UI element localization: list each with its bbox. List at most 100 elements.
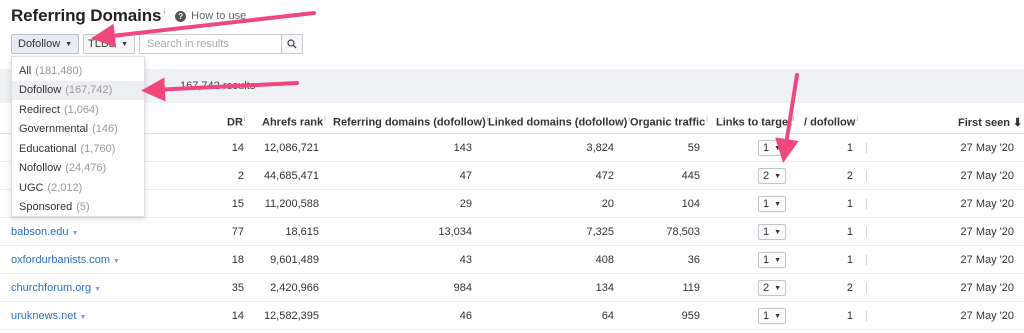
caret-down-icon: ▼ [774, 312, 781, 320]
linked-domains-value: 64 [601, 310, 614, 322]
caret-down-icon: ▼ [774, 228, 781, 236]
search-button[interactable] [281, 34, 303, 54]
dofollow-bar [866, 227, 867, 237]
menu-item-count: (24,476) [65, 162, 107, 175]
links-to-target-dropdown[interactable]: 1 ▼ [758, 224, 786, 240]
menu-item-ugc[interactable]: UGC (2,012) [12, 178, 144, 198]
menu-item-label: UGC [19, 181, 44, 194]
caret-down-icon: ▼ [121, 40, 128, 48]
organic-traffic-value: 104 [681, 198, 700, 210]
tld-label: TLDs [88, 38, 115, 50]
column-header-linked-domains[interactable]: Linked domains (dofollow)i [488, 116, 630, 129]
linked-domains-value: 134 [595, 282, 614, 294]
menu-item-sponsored[interactable]: Sponsored (5) [12, 198, 144, 218]
dofollow-bar [866, 283, 867, 293]
menu-item-count: (146) [92, 123, 118, 136]
help-icon: ? [175, 10, 187, 22]
menu-item-redirect[interactable]: Redirect (1,064) [12, 100, 144, 120]
column-header-referring-domains[interactable]: Referring domains (dofollow)i [333, 116, 488, 129]
menu-item-dofollow[interactable]: Dofollow (167,742) [12, 80, 144, 100]
menu-item-governmental[interactable]: Governmental (146) [12, 120, 144, 140]
caret-down-icon[interactable]: ▼ [79, 314, 86, 321]
column-header-dofollow[interactable]: / dofollowi [804, 116, 858, 129]
first-seen-value: 27 May '20 [960, 282, 1014, 294]
links-to-target-value: 1 [763, 226, 770, 238]
page-title: Referring Domains [11, 6, 162, 25]
filter-bar: Dofollow ▼ TLDs ▼ [11, 34, 303, 54]
caret-down-icon: ▼ [774, 172, 781, 180]
dofollow-bar [866, 171, 867, 181]
domain-cell[interactable]: babson.edu ▼ [11, 226, 78, 238]
ahrefs-rank-value: 12,086,721 [263, 142, 319, 154]
links-to-target-dropdown[interactable]: 2 ▼ [758, 168, 786, 184]
caret-down-icon[interactable]: ▼ [113, 258, 120, 265]
links-to-target-value: 1 [763, 254, 770, 266]
referring-domains-value: 46 [459, 310, 472, 322]
dofollow-value: 2 [846, 170, 853, 182]
follow-type-label: Dofollow [18, 38, 61, 50]
table-row: oxfordurbanists.com ▼ 18 9,601,489 43 408 36 1 ▼… [0, 246, 1024, 274]
domain-link[interactable]: babson.edu [11, 226, 69, 238]
how-to-use-label: How to use [191, 10, 247, 22]
menu-item-label: Redirect [19, 103, 60, 116]
caret-down-icon: ▼ [774, 284, 781, 292]
linked-domains-value: 408 [595, 254, 614, 266]
dr-value: 35 [231, 282, 244, 294]
domain-link[interactable]: oxfordurbanists.com [11, 254, 110, 266]
dofollow-value: 1 [846, 226, 853, 238]
menu-item-nofollow[interactable]: Nofollow (24,476) [12, 159, 144, 179]
organic-traffic-value: 78,503 [666, 226, 700, 238]
first-seen-value: 27 May '20 [960, 170, 1014, 182]
ahrefs-rank-value: 9,601,489 [270, 254, 319, 266]
organic-traffic-value: 119 [682, 282, 700, 294]
column-header-dr[interactable]: DRi [227, 116, 245, 129]
links-to-target-dropdown[interactable]: 1 ▼ [758, 196, 786, 212]
links-to-target-dropdown[interactable]: 1 ▼ [758, 140, 786, 156]
referring-domains-value: 984 [453, 282, 472, 294]
caret-down-icon[interactable]: ▼ [72, 230, 79, 237]
organic-traffic-value: 445 [681, 170, 700, 182]
title-row: Referring Domains i ? How to use [11, 6, 246, 28]
domain-link[interactable]: uruknews.net [11, 310, 76, 322]
menu-item-all[interactable]: All (181,480) [12, 61, 144, 81]
menu-item-count: (1,064) [63, 103, 99, 116]
domain-cell[interactable]: uruknews.net ▼ [11, 310, 86, 322]
menu-item-count: (181,480) [35, 64, 83, 77]
dofollow-bar [866, 255, 867, 265]
domain-cell[interactable]: churchforum.org ▼ [11, 282, 101, 294]
follow-type-dropdown[interactable]: Dofollow ▼ [11, 34, 79, 54]
column-header-organic-traffic[interactable]: Organic traffici [630, 116, 708, 129]
tld-dropdown[interactable]: TLDs ▼ [83, 34, 135, 54]
domain-link[interactable]: churchforum.org [11, 282, 91, 294]
menu-item-count: (167,742) [65, 84, 113, 97]
referring-domains-value: 13,034 [438, 226, 472, 238]
column-header-ahrefs-rank[interactable]: Ahrefs ranki [262, 116, 326, 129]
organic-traffic-value: 959 [681, 310, 700, 322]
dofollow-value: 1 [846, 310, 853, 322]
first-seen-value: 27 May '20 [960, 310, 1014, 322]
results-bar: 167,742 results [0, 69, 1024, 103]
links-to-target-dropdown[interactable]: 2 ▼ [758, 280, 786, 296]
menu-item-label: Dofollow [19, 84, 62, 97]
dr-value: 2 [237, 170, 244, 182]
referring-domains-value: 43 [459, 254, 472, 266]
how-to-use-link[interactable]: ? How to use [175, 10, 246, 22]
links-to-target-dropdown[interactable]: 1 ▼ [758, 308, 786, 324]
domain-cell[interactable]: oxfordurbanists.com ▼ [11, 254, 120, 266]
menu-item-educational[interactable]: Educational (1,760) [12, 139, 144, 159]
dofollow-value: 2 [846, 282, 853, 294]
referring-domains-value: 29 [459, 198, 472, 210]
links-to-target-dropdown[interactable]: 1 ▼ [758, 252, 786, 268]
first-seen-value: 27 May '20 [960, 226, 1014, 238]
info-icon[interactable]: i [163, 7, 165, 16]
dofollow-value: 1 [846, 254, 853, 266]
column-header-links-to-target[interactable]: Links to targeti [716, 116, 794, 129]
search-input[interactable] [139, 34, 281, 54]
caret-down-icon[interactable]: ▼ [94, 286, 101, 293]
column-header-first-seen[interactable]: First seen ⬇ [958, 116, 1022, 129]
dr-value: 14 [231, 142, 244, 154]
menu-item-label: Educational [19, 142, 77, 155]
referring-domains-value: 143 [453, 142, 472, 154]
first-seen-value: 27 May '20 [960, 254, 1014, 266]
menu-item-count: (2,012) [47, 181, 83, 194]
